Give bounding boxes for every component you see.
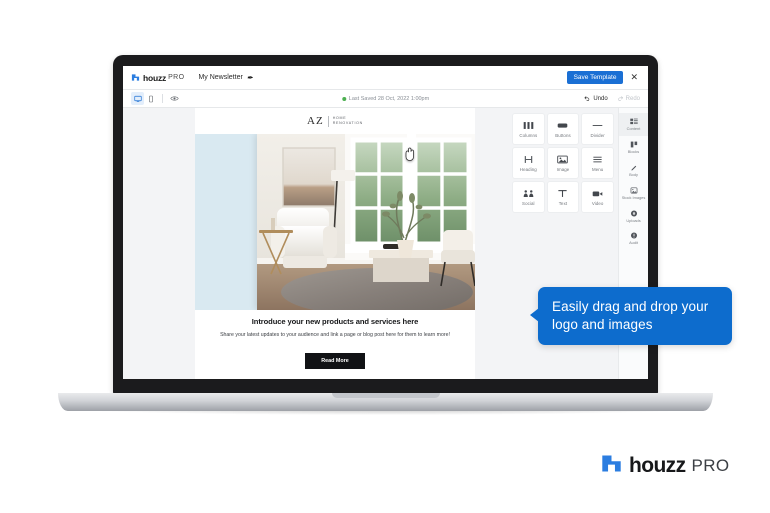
uploads-icon bbox=[630, 209, 638, 218]
callout-text: Easily drag and drop your logo and image… bbox=[552, 299, 709, 333]
undo-label: Undo bbox=[593, 95, 608, 102]
app-brand-word: houzz bbox=[143, 72, 167, 83]
tool-label: Video bbox=[591, 201, 604, 206]
tool-image[interactable]: Image bbox=[547, 148, 579, 178]
history-controls: Undo Redo bbox=[584, 95, 640, 102]
header-actions: Save Template ✕ bbox=[566, 71, 640, 84]
rail-item-body[interactable]: Body bbox=[619, 159, 648, 182]
tool-columns[interactable]: Columns bbox=[513, 114, 544, 144]
brand-footer-word: houzz bbox=[629, 454, 686, 477]
email-body-text[interactable]: Share your latest updates to your audien… bbox=[219, 331, 451, 340]
rail-label: Uploads bbox=[626, 217, 641, 223]
rail-label: Stock Images bbox=[621, 194, 646, 200]
image-drop-block[interactable] bbox=[195, 134, 475, 310]
tool-divider[interactable]: Divider bbox=[582, 114, 613, 144]
houzz-logo-icon bbox=[131, 73, 140, 82]
rail-label: Content bbox=[626, 126, 641, 131]
heading-icon bbox=[523, 154, 534, 165]
tool-label: Divider bbox=[590, 133, 605, 138]
tool-text[interactable]: Text bbox=[547, 182, 579, 212]
email-canvas: AZ HOME RENOVATION Introduce your new pr… bbox=[195, 108, 475, 379]
blocks-icon bbox=[630, 140, 638, 149]
stock-images-icon bbox=[630, 186, 638, 195]
tool-label: Menu bbox=[591, 167, 604, 172]
rail-label: Body bbox=[629, 171, 638, 177]
tool-video[interactable]: Video bbox=[582, 182, 613, 212]
save-template-button[interactable]: Save Template bbox=[566, 71, 624, 84]
redo-button[interactable]: Redo bbox=[617, 95, 640, 102]
rail-item-stock-images[interactable]: Stock Images bbox=[619, 182, 648, 205]
tool-label: Social bbox=[522, 201, 535, 206]
laptop-base-notch bbox=[331, 393, 440, 398]
callout-tail bbox=[530, 308, 539, 322]
email-logo: AZ HOME RENOVATION bbox=[307, 115, 363, 127]
button-icon bbox=[557, 120, 568, 131]
email-logo-line1: HOME bbox=[332, 116, 347, 121]
tool-social[interactable]: Social bbox=[513, 182, 544, 212]
rail-item-content[interactable]: Content bbox=[619, 113, 648, 136]
tool-label: Image bbox=[556, 167, 570, 172]
audit-icon bbox=[630, 231, 638, 240]
mobile-icon[interactable] bbox=[144, 92, 157, 105]
laptop-mockup: houzz PRO My Newsletter ✒ Save Template … bbox=[0, 0, 770, 513]
tool-label: Text bbox=[558, 201, 568, 206]
rail-item-uploads[interactable]: Uploads bbox=[619, 205, 648, 228]
save-status-text: Last Saved 28 Oct, 2022 1:00pm bbox=[348, 95, 430, 102]
close-icon[interactable]: ✕ bbox=[630, 73, 640, 82]
save-status: Last Saved 28 Oct, 2022 1:00pm bbox=[341, 95, 430, 102]
tool-heading[interactable]: Heading bbox=[513, 148, 544, 178]
email-text-block[interactable]: Introduce your new products and services… bbox=[195, 310, 475, 369]
rail-label: Audit bbox=[629, 240, 638, 246]
document-title[interactable]: My Newsletter bbox=[198, 74, 242, 81]
email-logo-monogram: AZ bbox=[307, 115, 324, 127]
toolbar-divider bbox=[162, 94, 163, 103]
dragged-image[interactable] bbox=[257, 134, 475, 310]
email-logo-subtitle: HOME RENOVATION bbox=[333, 116, 363, 126]
rail-item-audit[interactable]: Audit bbox=[619, 227, 648, 250]
tool-buttons[interactable]: Buttons bbox=[547, 114, 579, 144]
rail-item-blocks[interactable]: Blocks bbox=[619, 136, 648, 159]
status-dot-icon bbox=[341, 96, 346, 101]
divider-icon bbox=[592, 120, 603, 131]
editor-toolbar: Last Saved 28 Oct, 2022 1:00pm Undo Redo bbox=[123, 90, 648, 108]
rail-label: Blocks bbox=[627, 148, 640, 154]
tool-label: Columns bbox=[519, 133, 538, 138]
image-icon bbox=[557, 154, 569, 165]
brand-footer: houzz PRO bbox=[600, 452, 730, 480]
tools-grid: Columns Buttons Divider Heading Image Me… bbox=[513, 114, 613, 212]
email-logo-block[interactable]: AZ HOME RENOVATION bbox=[195, 108, 475, 134]
text-icon bbox=[557, 188, 568, 199]
laptop-base bbox=[58, 393, 713, 411]
email-logo-line2: RENOVATION bbox=[332, 121, 363, 125]
redo-label: Redo bbox=[625, 95, 640, 102]
brand-footer-suffix: PRO bbox=[691, 456, 730, 475]
houzz-logo-icon bbox=[600, 452, 623, 480]
logo-divider bbox=[327, 115, 329, 127]
undo-button[interactable]: Undo bbox=[584, 95, 608, 102]
columns-icon bbox=[523, 120, 534, 131]
app-header: houzz PRO My Newsletter ✒ Save Template … bbox=[123, 66, 648, 90]
body-icon bbox=[630, 163, 638, 172]
pencil-icon[interactable]: ✒ bbox=[247, 74, 253, 82]
menu-icon bbox=[592, 154, 603, 165]
app-brand-suffix: PRO bbox=[168, 74, 185, 81]
read-more-button[interactable]: Read More bbox=[305, 352, 365, 369]
tool-label: Buttons bbox=[555, 133, 571, 138]
desktop-icon[interactable] bbox=[131, 92, 144, 105]
preview-eye-icon[interactable] bbox=[168, 92, 181, 105]
email-heading[interactable]: Introduce your new products and services… bbox=[213, 317, 457, 326]
social-icon bbox=[523, 188, 534, 199]
canvas-area: AZ HOME RENOVATION Introduce your new pr… bbox=[123, 108, 508, 379]
tool-menu[interactable]: Menu bbox=[582, 148, 613, 178]
callout-tooltip: Easily drag and drop your logo and image… bbox=[530, 287, 732, 346]
tool-label: Heading bbox=[519, 167, 537, 172]
content-icon bbox=[629, 117, 638, 126]
video-icon bbox=[592, 188, 603, 199]
